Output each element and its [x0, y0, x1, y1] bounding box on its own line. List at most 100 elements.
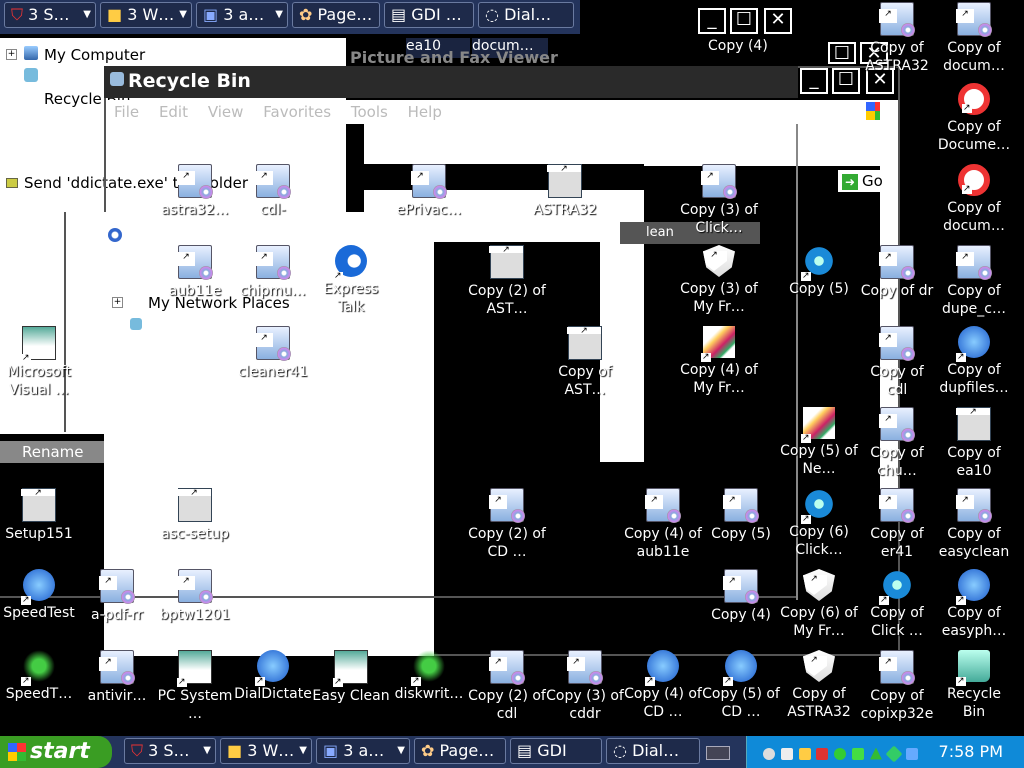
- desktop-icon[interactable]: Copy (5) of Ne…: [780, 407, 858, 478]
- recycle-bin-minimize-button[interactable]: _: [800, 68, 828, 94]
- bottom-task-button-1[interactable]: ⛉ 3 S… ▼: [124, 738, 216, 764]
- desktop-icon[interactable]: Copy of copixp32e: [858, 650, 936, 723]
- desktop-icon[interactable]: Copy (6) of My Fr…: [780, 569, 858, 640]
- desktop-icon[interactable]: aub11e: [156, 245, 234, 300]
- tray-alert-icon[interactable]: [798, 747, 811, 760]
- content-pane-white: [364, 124, 644, 164]
- desktop-icon[interactable]: Copy (4) of My Fr…: [680, 326, 758, 397]
- desktop-icon[interactable]: asc-setup: [156, 488, 234, 543]
- desktop-icon[interactable]: antivir…: [78, 650, 156, 705]
- desktop-icon[interactable]: Express Talk: [312, 245, 390, 316]
- menu-tools[interactable]: Tools: [351, 103, 388, 121]
- menu-help[interactable]: Help: [408, 103, 442, 121]
- desktop-icon-label: aub11e: [168, 283, 222, 299]
- tree-item-my-computer[interactable]: My Computer: [44, 46, 145, 64]
- desktop-icon[interactable]: Copy of easyclean: [935, 488, 1013, 561]
- ghost-maximize-button[interactable]: ☐: [730, 8, 758, 34]
- desktop-icon[interactable]: Copy of dupfiles…: [935, 326, 1013, 397]
- tree-expand-icon[interactable]: +: [6, 49, 17, 60]
- go-button[interactable]: ➜ Go: [838, 170, 896, 192]
- desktop-icon[interactable]: Copy of easyph…: [935, 569, 1013, 640]
- tray-clock-icon[interactable]: [763, 747, 775, 760]
- desktop-icon[interactable]: Copy of dr: [858, 245, 936, 300]
- desktop-icon[interactable]: SpeedTest: [0, 569, 78, 622]
- desktop-icon[interactable]: Copy (5) of CD …: [702, 650, 780, 721]
- desktop-icon[interactable]: Copy (3) of cddr: [546, 650, 624, 723]
- recycle-bin-title: Recycle Bin: [128, 70, 251, 92]
- tray-shield-icon[interactable]: [816, 747, 829, 760]
- desktop-icon[interactable]: Copy of docum…: [935, 164, 1013, 235]
- tray-green-icon[interactable]: [852, 747, 865, 760]
- shield-icon: ⛉: [11, 5, 24, 24]
- ghost-close-button[interactable]: ✕: [764, 8, 792, 34]
- desktop-icon[interactable]: Copy of Docume…: [935, 83, 1013, 154]
- menu-file[interactable]: File: [114, 103, 139, 121]
- desktop-icon[interactable]: SpeedT…: [0, 650, 78, 703]
- desktop-icon[interactable]: Copy (2) of CD …: [468, 488, 546, 561]
- desktop-icon[interactable]: Copy (2) of cdl: [468, 650, 546, 723]
- tray-diamond-icon[interactable]: [885, 745, 903, 762]
- desktop-icon[interactable]: Copy (4) of aub11e: [624, 488, 702, 561]
- desktop-icon[interactable]: Copy (3) of My Fr…: [680, 245, 758, 316]
- start-button[interactable]: start: [0, 736, 112, 768]
- desktop-icon[interactable]: ePrivac…: [390, 164, 468, 219]
- desktop-icon[interactable]: diskwrit…: [390, 650, 468, 703]
- desktop-icon[interactable]: PC System …: [156, 650, 234, 723]
- tray-check-icon[interactable]: [834, 747, 847, 760]
- desktop-icon[interactable]: Copy of er41: [858, 488, 936, 561]
- desktop-icon[interactable]: Copy of chu…: [858, 407, 936, 480]
- desktop-icon[interactable]: Microsoft Visual …: [0, 326, 78, 399]
- desktop-icon[interactable]: chipmu…: [234, 245, 312, 300]
- desktop-icon[interactable]: Copy (2) of AST…: [468, 245, 546, 318]
- desktop-icon[interactable]: cleaner41: [234, 326, 312, 381]
- desktop-icon[interactable]: Copy of ASTRA32: [858, 2, 936, 75]
- tray-up-icon[interactable]: [869, 747, 882, 760]
- top-task-button-4[interactable]: ✿ Page…: [292, 2, 380, 28]
- bottom-task-button-5[interactable]: ▤ GDI: [510, 738, 602, 764]
- feather-icon: [701, 326, 735, 362]
- desktop-icon[interactable]: Copy of AST…: [546, 326, 624, 399]
- bottom-task-button-2[interactable]: ■ 3 W… ▼: [220, 738, 312, 764]
- desktop-icon[interactable]: Copy (5): [780, 245, 858, 298]
- desktop-icon[interactable]: Copy of dupe_c…: [935, 245, 1013, 318]
- bottom-task-button-6[interactable]: ◌ Dial…: [606, 738, 700, 764]
- bottom-task-button-4[interactable]: ✿ Page…: [414, 738, 506, 764]
- desktop-icon[interactable]: Copy of Click …: [858, 569, 936, 640]
- setup-icon: [879, 407, 915, 442]
- desktop-icon[interactable]: Recycle Bin: [935, 650, 1013, 721]
- top-task-button-6[interactable]: ◌ Dial…: [478, 2, 574, 28]
- desktop-icon[interactable]: Copy (5): [702, 488, 780, 543]
- desktop-icon[interactable]: Copy (3) of Click…: [680, 164, 758, 237]
- desktop-icon[interactable]: Easy Clean: [312, 650, 390, 705]
- desktop-icon[interactable]: Copy (6) Click…: [780, 488, 858, 559]
- menu-favorites[interactable]: Favorites: [263, 103, 331, 121]
- menu-view[interactable]: View: [208, 103, 244, 121]
- menu-edit[interactable]: Edit: [159, 103, 188, 121]
- desktop-icon[interactable]: ASTRA32: [526, 164, 604, 219]
- recycle-bin-maximize-button[interactable]: ☐: [832, 68, 860, 94]
- desktop-icon[interactable]: Setup151: [0, 488, 78, 543]
- desktop-icon[interactable]: Copy of ASTRA32: [780, 650, 858, 721]
- ghost-minimize-button[interactable]: _: [698, 8, 726, 34]
- bottom-task-button-3[interactable]: ▣ 3 a… ▼: [316, 738, 410, 764]
- tray-blue-icon[interactable]: [905, 747, 918, 760]
- desktop-icon[interactable]: Copy (4) of CD …: [624, 650, 702, 721]
- desktop-icon[interactable]: astra32…: [156, 164, 234, 219]
- desktop-icon[interactable]: a-pdf-rr: [78, 569, 156, 624]
- keyboard-icon[interactable]: [706, 746, 730, 760]
- desktop-icon[interactable]: cdl-: [234, 164, 312, 219]
- desktop-icon[interactable]: Copy of cdl: [858, 326, 936, 399]
- tree-expand-network[interactable]: +: [112, 297, 123, 308]
- desktop-icon[interactable]: bptw1201: [156, 569, 234, 624]
- top-task-button-1[interactable]: ⛉ 3 S… ▼: [4, 2, 96, 28]
- clock[interactable]: 7:58 PM: [939, 742, 1003, 761]
- desktop-icon[interactable]: Copy (4): [702, 569, 780, 624]
- tray-network-icon[interactable]: [780, 747, 793, 760]
- top-task-button-3[interactable]: ▣ 3 a… ▼: [196, 2, 288, 28]
- desktop-icon[interactable]: Copy of ea10: [935, 407, 1013, 480]
- top-task-button-2[interactable]: ■ 3 W… ▼: [100, 2, 192, 28]
- desktop-icon[interactable]: Copy of docum…: [935, 2, 1013, 75]
- top-task-button-5[interactable]: ▤ GDI …: [384, 2, 474, 28]
- ghost-maximize-button-2[interactable]: ☐: [828, 42, 856, 64]
- desktop-icon[interactable]: DialDictate: [234, 650, 312, 703]
